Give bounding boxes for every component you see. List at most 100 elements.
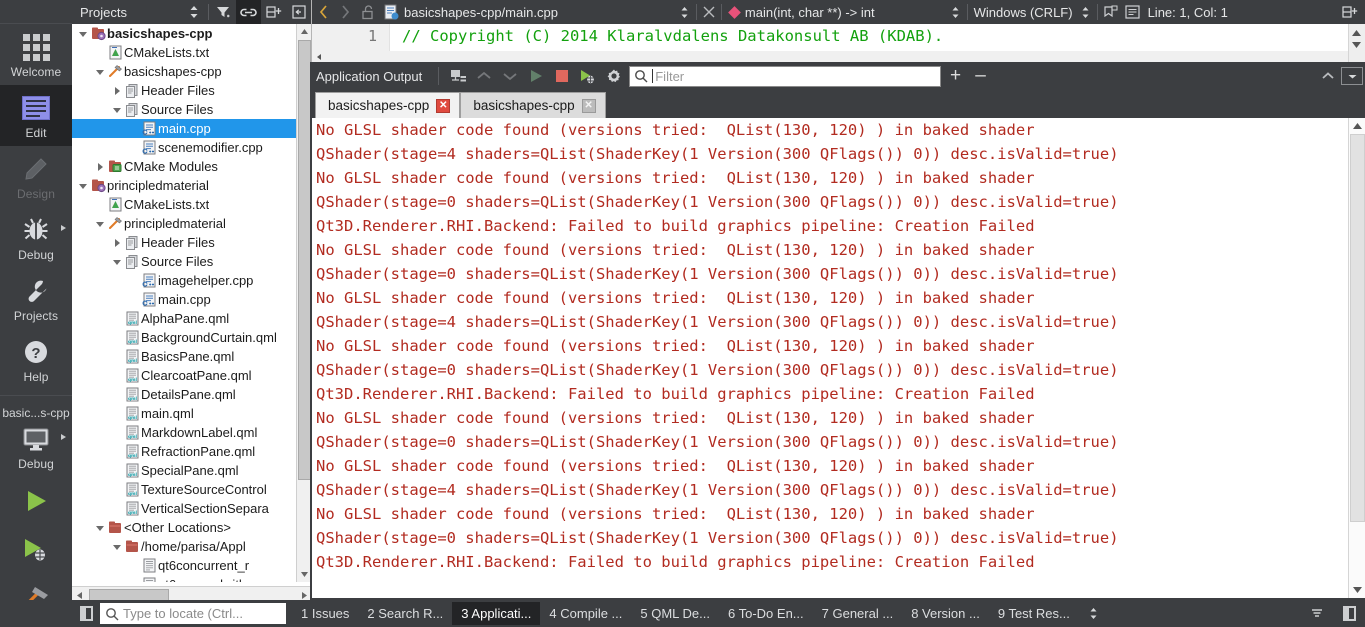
tree-item[interactable]: <Other Locations> [72, 518, 297, 537]
mode-help[interactable]: ? Help [0, 329, 72, 390]
close-x-icon[interactable] [699, 0, 719, 24]
tree-expander-down-icon[interactable] [76, 176, 90, 195]
line-wrap-icon[interactable] [1122, 0, 1144, 24]
output-pane-button[interactable]: 5 QML De... [631, 602, 719, 625]
zoom-out-button[interactable]: – [968, 63, 993, 89]
locator-input[interactable]: Type to locate (Ctrl... [100, 603, 286, 624]
tree-item[interactable]: main.cpp [72, 119, 297, 138]
line-col-indicator[interactable]: Line: 1, Col: 1 [1148, 5, 1228, 20]
tree-expander-down-icon[interactable] [110, 252, 124, 271]
tree-item[interactable]: qml BackgroundCurtain.qml [72, 328, 297, 347]
tree-item[interactable]: Header Files [72, 81, 297, 100]
filter-button[interactable] [211, 0, 236, 24]
zoom-in-button[interactable]: + [943, 63, 968, 89]
tree-item[interactable]: qml MarkdownLabel.qml [72, 423, 297, 442]
run-button[interactable] [0, 477, 72, 525]
output-run-button[interactable] [523, 63, 549, 89]
gear-icon[interactable] [601, 63, 627, 89]
next-item-button[interactable] [497, 63, 523, 89]
tree-item[interactable]: CMake Modules [72, 157, 297, 176]
editor-vscrollbar[interactable] [1348, 24, 1365, 62]
project-tree[interactable]: basicshapes-cpp CMakeLists.txt basicshapes… [72, 24, 297, 582]
output-vscrollbar[interactable] [1348, 118, 1365, 598]
chevron-left-icon[interactable] [312, 0, 334, 24]
tree-item[interactable]: Header Files [72, 233, 297, 252]
mode-debug-arrow-icon[interactable] [61, 225, 66, 231]
tree-expander-down-icon[interactable] [93, 62, 107, 81]
rerun-debug-button[interactable] [575, 63, 601, 89]
tree-item[interactable]: CMakeLists.txt [72, 43, 297, 62]
symbol-selector[interactable]: main(int, char **) -> int [728, 5, 875, 20]
mode-welcome[interactable]: Welcome [0, 24, 72, 85]
tree-item[interactable]: qml DetailsPane.qml [72, 385, 297, 404]
start-debugging-button[interactable] [0, 525, 72, 573]
minimize-output-button[interactable] [1315, 63, 1341, 89]
mode-projects[interactable]: Projects [0, 268, 72, 329]
tree-item[interactable]: /home/parisa/Appl [72, 537, 297, 556]
tree-item[interactable]: qml ClearcoatPane.qml [72, 366, 297, 385]
output-tab-close-icon[interactable]: ✕ [436, 98, 451, 113]
file-dropdown-icon[interactable] [676, 0, 694, 24]
close-sidebar-button[interactable] [286, 0, 311, 24]
output-scroll-up-arrow[interactable] [1349, 118, 1365, 134]
editor-file-path[interactable]: basicshapes-cpp/main.cpp [404, 5, 558, 20]
output-tab[interactable]: basicshapes-cpp ✕ [315, 92, 461, 118]
encoding-dropdown-icon[interactable] [1077, 0, 1095, 24]
tree-item[interactable]: basicshapes-cpp [72, 62, 297, 81]
editor-hscroll-left-arrow[interactable] [312, 51, 325, 62]
editor-code-line[interactable]: // Copyright (C) 2014 Klaralvdalens Data… [402, 27, 943, 45]
toggle-output-button[interactable] [1334, 602, 1365, 625]
tree-expander-down-icon[interactable] [93, 214, 107, 233]
tree-expander-down-icon[interactable] [110, 100, 124, 119]
chevron-right-icon[interactable] [334, 0, 356, 24]
editor-hscrollbar[interactable] [312, 51, 1348, 62]
output-pane-button[interactable]: 4 Compile ... [540, 602, 631, 625]
editor-scroll-down-arrow[interactable] [1351, 37, 1362, 52]
tree-item[interactable]: qml TextureSourceControl [72, 480, 297, 499]
tree-item[interactable]: principledmaterial [72, 176, 297, 195]
output-pane-button[interactable]: 2 Search R... [358, 602, 452, 625]
tree-item[interactable]: principledmaterial [72, 214, 297, 233]
stop-square-icon[interactable] [549, 63, 575, 89]
output-scroll-down-arrow[interactable] [1349, 582, 1365, 598]
output-tab-close-icon[interactable]: ✕ [581, 98, 596, 113]
encoding-label[interactable]: Windows (CRLF) [974, 5, 1073, 20]
split-plus-icon[interactable] [1339, 0, 1361, 24]
output-pane-button[interactable]: 3 Applicati... [452, 602, 541, 625]
more-panes-button[interactable] [1079, 602, 1108, 625]
tree-item[interactable]: qml RefractionPane.qml [72, 442, 297, 461]
kit-selector-arrow-icon[interactable] [61, 434, 66, 440]
progress-details-button[interactable] [1300, 602, 1334, 625]
project-tree-vscrollbar[interactable] [296, 24, 311, 582]
tree-expander-down-icon[interactable] [110, 537, 124, 556]
tree-item[interactable]: qt6core_relwith [72, 575, 297, 582]
symbol-dropdown-icon[interactable] [947, 0, 965, 24]
tree-item[interactable]: imagehelper.cpp [72, 271, 297, 290]
mode-design[interactable]: Design [0, 146, 72, 207]
output-pane-button[interactable]: 1 Issues [292, 602, 358, 625]
maximize-output-button[interactable] [1341, 67, 1363, 85]
output-pane-button[interactable]: 9 Test Res... [989, 602, 1079, 625]
toggle-sidebar-button[interactable] [72, 600, 100, 627]
mode-debug[interactable]: Debug [0, 207, 72, 268]
tree-item[interactable]: basicshapes-cpp [72, 24, 297, 43]
tree-item[interactable]: qml SpecialPane.qml [72, 461, 297, 480]
tree-item[interactable]: qml main.qml [72, 404, 297, 423]
tree-item[interactable]: qml BasicsPane.qml [72, 347, 297, 366]
output-tab[interactable]: basicshapes-cpp ✕ [460, 92, 606, 118]
tree-expander-right-icon[interactable] [93, 157, 107, 176]
output-scroll-thumb[interactable] [1350, 134, 1365, 522]
output-pane-button[interactable]: 8 Version ... [902, 602, 989, 625]
tree-expander-right-icon[interactable] [110, 233, 124, 252]
tree-item[interactable]: qml VerticalSectionSepara [72, 499, 297, 518]
output-text-area[interactable]: No GLSL shader code found (versions trie… [312, 118, 1348, 598]
output-pane-button[interactable]: 7 General ... [813, 602, 903, 625]
output-pane-button[interactable]: 6 To-Do En... [719, 602, 813, 625]
tree-scroll-up-arrow[interactable] [297, 24, 312, 39]
tree-item[interactable]: scenemodifier.cpp [72, 138, 297, 157]
tree-item[interactable]: Source Files [72, 100, 297, 119]
tree-item[interactable]: main.cpp [72, 290, 297, 309]
filter-input[interactable]: Filter [629, 65, 941, 87]
tree-item[interactable]: qt6concurrent_r [72, 556, 297, 575]
tree-expander-down-icon[interactable] [93, 518, 107, 537]
